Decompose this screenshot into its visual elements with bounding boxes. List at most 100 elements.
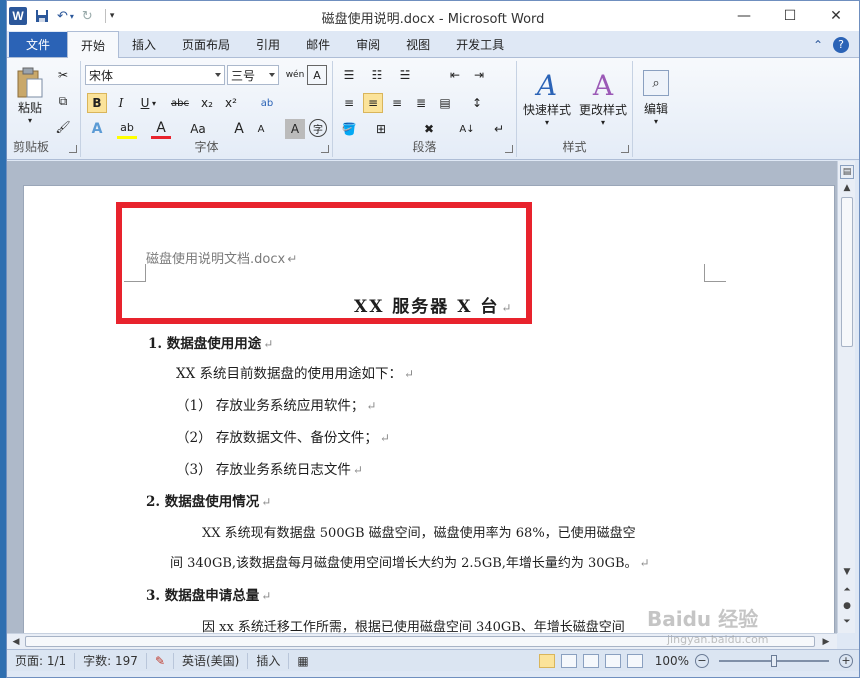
enclose-character-button[interactable]: 字 [309,119,327,137]
font-size-select[interactable]: 三号 [227,65,279,85]
body-line[interactable]: XX 系统现有数据盘 500GB 磁盘空间，磁盘使用率为 68%，已使用磁盘空 [202,522,636,541]
clipboard-launcher-icon[interactable] [69,145,77,153]
header-text[interactable]: 磁盘使用说明文档.docx ↵ [146,248,297,267]
change-styles-button[interactable]: A 更改样式 ▾ [575,63,631,133]
help-icon[interactable]: ? [833,36,849,53]
proofing-icon[interactable]: ✎ [147,652,174,669]
sort-icon[interactable]: A↓ [457,119,477,139]
full-screen-view-icon[interactable] [560,653,577,668]
format-painter-icon[interactable]: 🖌 [53,117,73,137]
highlight-button[interactable]: ab [117,119,137,139]
align-center-icon[interactable]: ≡ [363,93,383,113]
font-color-button[interactable]: A [151,119,171,139]
decrease-indent-icon[interactable]: ⇤ [445,65,465,85]
word-count[interactable]: 字数: 197 [75,652,147,669]
close-button[interactable]: ✕ [813,1,859,31]
zoom-level[interactable]: 100% [655,654,689,668]
scroll-up-icon[interactable]: ▲ [840,181,854,195]
tab-developer[interactable]: 开发工具 [443,32,517,57]
phonetic-guide-icon[interactable]: wén [285,65,305,85]
font-launcher-icon[interactable] [321,145,329,153]
tab-file[interactable]: 文件 [9,32,67,57]
insert-mode[interactable]: 插入 [248,652,290,669]
tab-references[interactable]: 引用 [243,32,293,57]
clear-format-icon[interactable]: A [307,65,327,85]
body-line[interactable]: 因 xx 系统迁移工作所需，根据已使用磁盘空间 340GB、年增长磁盘空间 [202,616,625,633]
chinese-layout-icon[interactable]: ✖ [419,119,439,139]
vertical-scrollbar[interactable]: ▤ ▲ ▼ ⏶ ● ⏷ [837,161,855,633]
line-spacing-icon[interactable]: ↕ [467,93,487,113]
list-item[interactable]: （2） 存放数据文件、备份文件； ↵ [176,426,390,446]
character-border-button[interactable]: A [285,119,305,139]
draft-view-icon[interactable] [626,653,643,668]
multilevel-list-icon[interactable]: ☱ [395,65,415,85]
font-family-select[interactable]: 宋体 [85,65,225,85]
superscript-button[interactable]: x² [221,93,241,113]
numbering-icon[interactable]: ☷ [367,65,387,85]
heading-line[interactable]: 3. 数据盘申请总量 ↵ [146,584,271,604]
grow-font-button[interactable]: A [229,119,249,139]
tab-page-layout[interactable]: 页面布局 [169,32,243,57]
bullets-icon[interactable]: ☰ [339,65,359,85]
underline-dropdown-icon[interactable]: ▾ [149,93,159,113]
shrink-font-button[interactable]: A [251,119,271,139]
browse-object-icon[interactable]: ● [840,599,854,613]
document-page[interactable]: 磁盘使用说明文档.docx ↵ XX 服务器 X 台 ↵ 1. 数据盘使用用途 ↵ X… [23,185,835,633]
web-layout-view-icon[interactable] [582,653,599,668]
borders-icon[interactable]: ⊞ [371,119,391,139]
enclosed-character-icon[interactable]: ab [257,93,277,113]
maximize-button[interactable]: ☐ [767,1,813,31]
document-area[interactable]: 磁盘使用说明文档.docx ↵ XX 服务器 X 台 ↵ 1. 数据盘使用用途 ↵ X… [7,161,837,633]
heading-line[interactable]: 2. 数据盘使用情况 ↵ [146,490,271,510]
distributed-icon[interactable]: ▤ [435,93,455,113]
previous-page-icon[interactable]: ⏶ [840,583,854,597]
italic-button[interactable]: I [111,93,131,113]
cut-icon[interactable]: ✂ [53,65,73,85]
zoom-slider-handle[interactable] [771,654,777,667]
undo-dropdown-icon[interactable]: ▾ [70,12,74,21]
quick-styles-button[interactable]: A 快速样式 ▾ [519,63,575,133]
subscript-button[interactable]: x₂ [197,93,217,113]
word-app-icon[interactable]: W [9,7,27,25]
next-page-icon[interactable]: ⏷ [840,615,854,629]
zoom-in-button[interactable]: + [839,653,853,668]
strikethrough-button[interactable]: abc [167,93,193,113]
tab-review[interactable]: 审阅 [343,32,393,57]
list-item[interactable]: （1） 存放业务系统应用软件； ↵ [176,394,376,414]
paste-button[interactable]: 粘贴 ▾ [13,63,47,129]
print-layout-view-icon[interactable] [538,653,555,668]
outline-view-icon[interactable] [604,653,621,668]
tab-view[interactable]: 视图 [393,32,443,57]
macro-record-icon[interactable]: ▦ [289,653,316,669]
copy-icon[interactable]: ⧉ [53,91,73,111]
ruler-toggle-icon[interactable]: ▤ [840,165,854,179]
minimize-button[interactable]: — [721,1,767,31]
undo-icon[interactable]: ↶ [57,9,68,24]
paragraph-launcher-icon[interactable] [505,145,513,153]
vertical-scroll-thumb[interactable] [841,197,853,347]
list-item[interactable]: （3） 存放业务系统日志文件 ↵ [176,458,363,478]
language-indicator[interactable]: 英语(美国) [174,652,249,669]
tab-home[interactable]: 开始 [67,31,120,58]
redo-icon[interactable]: ↻ [82,9,93,24]
editing-button[interactable]: ⌕ 编辑 ▾ [637,63,675,133]
align-right-icon[interactable]: ≡ [387,93,407,113]
bold-button[interactable]: B [87,93,107,113]
customize-qat-icon[interactable]: ▾ [110,11,115,21]
increase-indent-icon[interactable]: ⇥ [469,65,489,85]
page-count[interactable]: 页面: 1/1 [7,652,76,669]
tab-mailings[interactable]: 邮件 [293,32,343,57]
text-effects-button[interactable]: A [87,119,107,139]
save-icon[interactable] [35,9,49,23]
change-case-button[interactable]: Aa [185,119,211,139]
heading-line[interactable]: 1. 数据盘使用用途 ↵ [148,332,273,352]
minimize-ribbon-icon[interactable]: ⌃ [813,38,823,52]
body-line[interactable]: 间 340GB,该数据盘每月磁盘使用空间增长大约为 2.5GB,年增长量约为 3… [170,552,650,571]
scroll-right-icon[interactable]: ▶ [819,635,833,649]
styles-launcher-icon[interactable] [621,145,629,153]
zoom-slider[interactable] [719,654,829,667]
scroll-left-icon[interactable]: ◀ [9,635,23,649]
show-marks-icon[interactable]: ↵ [489,119,509,139]
align-left-icon[interactable]: ≡ [339,93,359,113]
tab-insert[interactable]: 插入 [119,32,169,57]
